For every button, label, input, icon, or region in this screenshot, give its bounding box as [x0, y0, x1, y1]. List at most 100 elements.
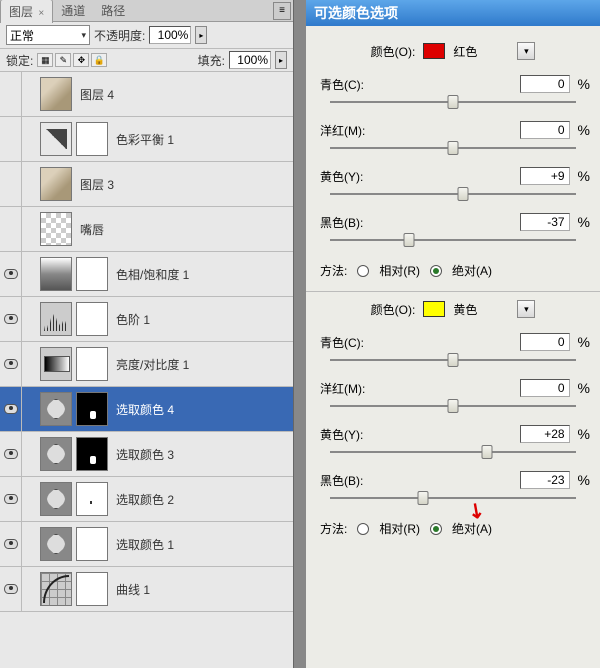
layer-row[interactable]: 选取颜色 3	[0, 432, 293, 477]
slider-handle[interactable]	[403, 233, 414, 247]
blend-mode-select[interactable]: 正常 ▾	[6, 25, 90, 45]
slider-handle[interactable]	[418, 491, 429, 505]
layer-row[interactable]: 色相/饱和度 1	[0, 252, 293, 297]
visibility-toggle[interactable]	[0, 567, 22, 611]
layer-row[interactable]: 图层 3	[0, 162, 293, 207]
tab-layers[interactable]: 图层 ×	[0, 0, 53, 23]
visibility-toggle[interactable]	[0, 207, 22, 251]
slider-handle[interactable]	[482, 445, 493, 459]
slider-track-black[interactable]	[330, 234, 576, 250]
close-icon[interactable]: ×	[38, 8, 44, 19]
layer-thumbnail[interactable]	[40, 122, 72, 156]
visibility-toggle[interactable]	[0, 117, 22, 161]
slider-track-yellow[interactable]	[330, 446, 576, 462]
layer-thumbnail[interactable]	[40, 212, 72, 246]
layer-thumbnail[interactable]	[40, 77, 72, 111]
slider-label-black: 黑色(B):	[316, 472, 426, 489]
slider-track-cyan[interactable]	[330, 354, 576, 370]
layer-thumbnail[interactable]	[76, 527, 108, 561]
layer-thumbnail[interactable]	[76, 572, 108, 606]
slider-value-black[interactable]: -37	[520, 213, 570, 231]
lock-transparent-icon[interactable]: ▦	[37, 53, 53, 67]
layer-thumbnail[interactable]	[40, 257, 72, 291]
visibility-toggle[interactable]	[0, 342, 22, 386]
radio-absolute-1[interactable]	[430, 265, 442, 277]
visibility-toggle[interactable]	[0, 297, 22, 341]
layers-list: 图层 4色彩平衡 1图层 3嘴唇色相/饱和度 1色阶 1亮度/对比度 1选取颜色…	[0, 72, 293, 668]
slider-handle[interactable]	[457, 187, 468, 201]
slider-value-black[interactable]: -23	[520, 471, 570, 489]
slider-track-black[interactable]	[330, 492, 576, 508]
layer-row[interactable]: 色彩平衡 1	[0, 117, 293, 162]
radio-relative-1[interactable]	[357, 265, 369, 277]
method-label: 方法:	[320, 262, 347, 279]
percent-sign: %	[578, 168, 590, 184]
slider-handle[interactable]	[448, 95, 459, 109]
visibility-toggle[interactable]	[0, 387, 22, 431]
layer-thumbnail[interactable]	[40, 347, 72, 381]
layer-row[interactable]: 嘴唇	[0, 207, 293, 252]
slider-label-black: 黑色(B):	[316, 214, 426, 231]
layer-thumbnail[interactable]	[76, 347, 108, 381]
visibility-toggle[interactable]	[0, 162, 22, 206]
layer-name: 色相/饱和度 1	[108, 266, 189, 283]
layer-row[interactable]: 色阶 1	[0, 297, 293, 342]
slider-value-yellow[interactable]: +9	[520, 167, 570, 185]
fill-input[interactable]: 100%	[229, 51, 271, 69]
lock-all-icon[interactable]: 🔒	[91, 53, 107, 67]
layer-thumbnail[interactable]	[40, 572, 72, 606]
visibility-toggle[interactable]	[0, 252, 22, 296]
layer-thumbnail[interactable]	[76, 482, 108, 516]
fill-stepper[interactable]: ▸	[275, 51, 287, 69]
layer-thumbnail[interactable]	[76, 302, 108, 336]
layer-thumbnail[interactable]	[40, 437, 72, 471]
layer-thumbnail[interactable]	[76, 437, 108, 471]
lock-move-icon[interactable]: ✥	[73, 53, 89, 67]
tab-paths[interactable]: 路径	[93, 0, 133, 22]
slider-track-magenta[interactable]	[330, 400, 576, 416]
visibility-toggle[interactable]	[0, 432, 22, 476]
color-dropdown-button[interactable]: ▾	[517, 300, 535, 318]
eye-icon	[4, 404, 18, 414]
layer-row[interactable]: 选取颜色 4	[0, 387, 293, 432]
layer-thumbnail[interactable]	[40, 527, 72, 561]
visibility-toggle[interactable]	[0, 72, 22, 116]
opacity-input[interactable]: 100%	[149, 26, 191, 44]
layer-thumbnail[interactable]	[40, 392, 72, 426]
layer-row[interactable]: 曲线 1	[0, 567, 293, 612]
slider-track-cyan[interactable]	[330, 96, 576, 112]
slider-value-cyan[interactable]: 0	[520, 333, 570, 351]
radio-relative-2[interactable]	[357, 523, 369, 535]
slider-label-magenta: 洋红(M):	[316, 122, 426, 139]
slider-track-yellow[interactable]	[330, 188, 576, 204]
fill-label: 填充:	[198, 52, 225, 69]
slider-handle[interactable]	[448, 141, 459, 155]
slider-value-magenta[interactable]: 0	[520, 121, 570, 139]
layer-row[interactable]: 选取颜色 1	[0, 522, 293, 567]
slider-track-magenta[interactable]	[330, 142, 576, 158]
radio-absolute-2[interactable]	[430, 523, 442, 535]
color-dropdown-button[interactable]: ▾	[517, 42, 535, 60]
layer-thumbnail[interactable]	[40, 482, 72, 516]
opacity-stepper[interactable]: ▸	[195, 26, 207, 44]
tab-channels[interactable]: 通道	[53, 0, 93, 22]
slider-handle[interactable]	[448, 353, 459, 367]
layer-thumbnail[interactable]	[40, 167, 72, 201]
slider-label-yellow: 黄色(Y):	[316, 168, 426, 185]
slider-value-magenta[interactable]: 0	[520, 379, 570, 397]
slider-value-cyan[interactable]: 0	[520, 75, 570, 93]
visibility-toggle[interactable]	[0, 477, 22, 521]
layer-thumbnail[interactable]	[76, 257, 108, 291]
lock-paint-icon[interactable]: ✎	[55, 53, 71, 67]
layer-thumbnail[interactable]	[76, 392, 108, 426]
slider-handle[interactable]	[448, 399, 459, 413]
layer-thumbnail[interactable]	[40, 302, 72, 336]
slider-value-yellow[interactable]: +28	[520, 425, 570, 443]
layer-row[interactable]: 选取颜色 2	[0, 477, 293, 522]
visibility-toggle[interactable]	[0, 522, 22, 566]
layer-row[interactable]: 图层 4	[0, 72, 293, 117]
eye-icon	[4, 494, 18, 504]
panel-menu-button[interactable]: ≡	[273, 2, 291, 20]
layer-thumbnail[interactable]	[76, 122, 108, 156]
layer-row[interactable]: 亮度/对比度 1	[0, 342, 293, 387]
